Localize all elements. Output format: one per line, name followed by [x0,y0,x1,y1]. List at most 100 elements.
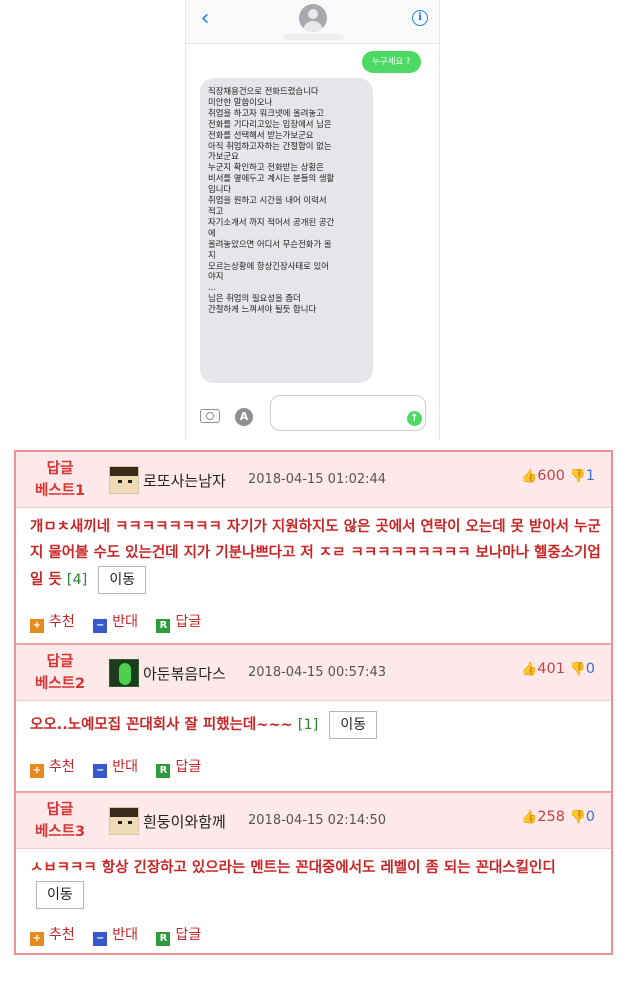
move-button[interactable]: 이동 [329,711,378,739]
oppose-label: 반대 [112,614,138,630]
message-line: 가보군요 [208,151,239,162]
comment-item: 답글 베스트3 흰둥이와함께 2018-04-15 02:14:50 👍258 … [16,793,611,953]
minus-icon: − [93,932,108,946]
comment-actions: + 추천 − 반대 R 답글 [30,757,215,778]
message-line: 누군지 확인하고 전화받는 상황은 [208,162,324,173]
reply-button[interactable]: R 답글 [156,612,201,633]
message-input-bar: A ↑ [186,392,439,436]
upvote-count: 401 [537,661,565,677]
username[interactable]: 로또사는남자 [143,470,226,491]
recommend-label: 추천 [49,614,75,630]
reply-icon: R [156,619,171,633]
message-line: 에 [208,227,216,238]
info-icon[interactable]: i [412,10,428,26]
move-button[interactable]: 이동 [36,881,84,909]
message-line: ... [208,282,216,293]
vote-counts: 👍401 👎0 [521,661,595,677]
appstore-icon[interactable]: A [235,408,253,426]
message-line: 취업을 하고자 워크넷에 올려놓고 [208,107,324,118]
message-line: 간절하게 느껴셔야 될듯 합니다 [208,304,317,315]
comment-text: 오오..노예모집 꼰대회사 잘 피했는데~~~ [1] 이동 [30,711,602,739]
thumb-down-icon[interactable]: 👎 [570,662,586,677]
reply-label: 답글 [175,759,202,775]
message-input[interactable] [270,395,426,431]
comment-header: 답글 베스트1 로또사는남자 2018-04-15 01:02:44 👍600 … [16,452,611,508]
message-line: 직장채용건으로 전화드렸습니다 [208,86,319,96]
comment-body: ㅅㅂㅋㅋㅋ 항상 긴장하고 있으라는 멘트는 꼰대중에서도 레벨이 좀 되는 꼰… [30,860,556,876]
best-badge-line2: 베스트1 [34,483,86,499]
upvote-count: 600 [537,468,565,484]
message-line: 지 [208,249,216,260]
message-line: 전화를 기다리고있는 입장에서 님은 [208,118,332,129]
avatar[interactable] [109,659,139,687]
oppose-label: 반대 [112,927,138,943]
camera-icon[interactable] [200,409,220,423]
reply-count[interactable]: [1] [298,717,319,733]
thumb-up-icon[interactable]: 👍 [521,469,537,484]
oppose-button[interactable]: − 반대 [93,757,138,778]
oppose-button[interactable]: − 반대 [93,925,138,946]
message-line: 미안한 말씀이오나 [208,96,273,107]
oppose-label: 반대 [112,759,138,775]
downvote-count: 0 [585,809,595,825]
upvote-count: 258 [537,809,565,825]
avatar[interactable] [109,807,139,835]
incoming-message-bubble: 직장채용건으로 전화드렸습니다 미안한 말씀이오나 취업을 하고자 워크넷에 올려놓… [200,78,373,383]
comment-body: 오오..노예모집 꼰대회사 잘 피했는데~~~ [30,717,293,733]
best-comments-board: 답글 베스트1 로또사는남자 2018-04-15 01:02:44 👍600 … [14,450,613,955]
recommend-label: 추천 [49,927,75,943]
reply-button[interactable]: R 답글 [156,925,201,946]
best-badge-line1: 답글 [46,461,74,477]
recommend-label: 추천 [49,759,75,775]
message-line: 님은 취업의 필요성을 좀더 [208,293,301,304]
best-badge-line1: 답글 [46,802,74,818]
reply-icon: R [156,764,171,778]
recommend-button[interactable]: + 추천 [30,925,75,946]
minus-icon: − [93,619,108,633]
oppose-button[interactable]: − 반대 [93,612,138,633]
downvote-count: 0 [585,661,595,677]
message-line: 적고 [208,205,224,216]
minus-icon: − [93,764,108,778]
outgoing-message-bubble: 누구세요 ? [362,51,421,73]
comment-header: 답글 베스트2 아둔볶음다스 2018-04-15 00:57:43 👍401 … [16,645,611,701]
thumb-up-icon[interactable]: 👍 [521,810,537,825]
comment-actions: + 추천 − 반대 R 답글 [30,925,215,946]
best-badge: 답글 베스트2 [28,651,92,695]
best-badge-line2: 베스트2 [34,676,86,692]
message-line: 입니다 [208,184,232,195]
plus-icon: + [30,764,44,778]
contact-avatar[interactable] [299,4,327,32]
message-line: 비서를 옆에두고 계시는 분들의 생활 [208,173,335,184]
message-line: 전화를 선택해서 받는가보군요 [208,129,314,140]
message-line: 자기소개서 까지 적어서 공개된 공간 [208,216,335,227]
send-arrow-icon[interactable]: ↑ [407,411,422,426]
thumb-up-icon[interactable]: 👍 [521,662,537,677]
message-header: ‹ i [186,0,439,44]
comment-date: 2018-04-15 01:02:44 [248,472,387,487]
username[interactable]: 흰둥이와함께 [143,811,226,832]
move-button[interactable]: 이동 [98,566,147,594]
thumb-down-icon[interactable]: 👎 [570,810,586,825]
message-screenshot: ‹ i 누구세요 ? 직장채용건으로 전화드렸습니다 미안한 말씀이오나 취업을 하… [185,0,440,440]
thumb-down-icon[interactable]: 👎 [570,469,586,484]
message-line: 취업을 원하고 시간을 내어 이력서 [208,195,327,206]
comment-date: 2018-04-15 02:14:50 [248,813,387,828]
downvote-count: 1 [585,468,595,484]
comment-text: ㅅㅂㅋㅋㅋ 항상 긴장하고 있으라는 멘트는 꼰대중에서도 레벨이 좀 되는 꼰… [30,855,602,909]
recommend-button[interactable]: + 추천 [30,612,75,633]
vote-counts: 👍600 👎1 [521,468,595,484]
plus-icon: + [30,932,44,946]
reply-button[interactable]: R 답글 [156,757,201,778]
best-badge: 답글 베스트1 [28,458,92,502]
username[interactable]: 아둔볶음다스 [143,663,226,684]
best-badge-line2: 베스트3 [34,824,86,840]
chevron-left-icon[interactable]: ‹ [194,6,216,32]
reply-count[interactable]: [4] [67,572,88,588]
reply-icon: R [156,932,171,946]
avatar[interactable] [109,466,139,494]
comment-header: 답글 베스트3 흰둥이와함께 2018-04-15 02:14:50 👍258 … [16,793,611,849]
recommend-button[interactable]: + 추천 [30,757,75,778]
best-badge-line1: 답글 [46,654,74,670]
reply-label: 답글 [175,927,202,943]
